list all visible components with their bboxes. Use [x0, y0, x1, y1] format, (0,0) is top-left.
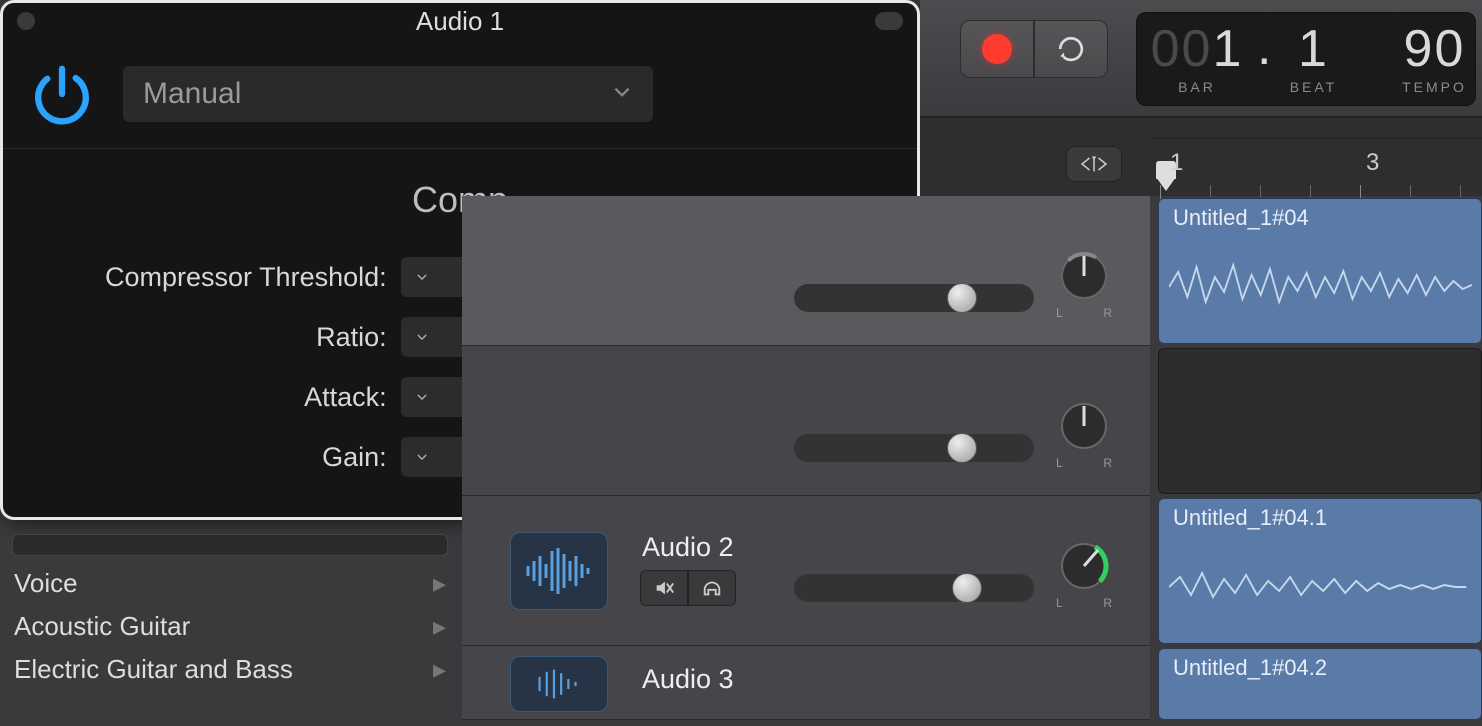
- chevron-down-icon: [611, 77, 633, 111]
- record-icon: [982, 34, 1012, 64]
- pan-r-label: R: [1103, 306, 1112, 320]
- plugin-titlebar: Audio 1: [3, 3, 917, 39]
- volume-thumb[interactable]: [952, 573, 982, 603]
- transport-bar: 001 BAR . 1 BEAT 90 TEMPO: [920, 0, 1482, 118]
- track-name[interactable]: Audio 2: [642, 532, 734, 563]
- audio-region-2[interactable]: Untitled_1#04.1: [1158, 498, 1482, 644]
- param-label: Compressor Threshold:: [31, 262, 401, 293]
- stepper-down-button[interactable]: [401, 437, 443, 477]
- chevron-right-icon: ▸: [433, 654, 446, 685]
- stepper-down-button[interactable]: [401, 317, 443, 357]
- pan-knob[interactable]: [1056, 248, 1112, 304]
- pan-r-label: R: [1103, 456, 1112, 470]
- tempo-label: TEMPO: [1389, 79, 1479, 95]
- region-name: Untitled_1#04.1: [1159, 499, 1481, 537]
- bar-label: BAR: [1137, 79, 1257, 95]
- chevron-right-icon: ▸: [433, 568, 446, 599]
- library-search-input[interactable]: [12, 534, 448, 556]
- browser-item-label: Acoustic Guitar: [14, 611, 190, 642]
- param-label: Gain:: [31, 442, 401, 473]
- audio-region-3[interactable]: Untitled_1#04.2: [1158, 648, 1482, 720]
- plugin-toolbar: Manual: [3, 39, 917, 149]
- pan-l-label: L: [1056, 306, 1063, 320]
- cycle-button[interactable]: [1034, 20, 1108, 78]
- beat-value[interactable]: 1: [1273, 23, 1353, 75]
- lcd-display: 001 BAR . 1 BEAT 90 TEMPO: [1136, 12, 1476, 106]
- pan-l-label: L: [1056, 596, 1063, 610]
- region-name: Untitled_1#04.2: [1159, 649, 1481, 687]
- catch-icon: [1079, 154, 1109, 174]
- track-header-1[interactable]: LR: [462, 196, 1150, 346]
- volume-thumb[interactable]: [947, 283, 977, 313]
- solo-button[interactable]: [688, 570, 736, 606]
- record-button[interactable]: [960, 20, 1034, 78]
- track-name[interactable]: Audio 3: [642, 664, 734, 695]
- region-waveform: [1169, 247, 1481, 327]
- stepper-down-button[interactable]: [401, 257, 443, 297]
- track-icon[interactable]: [510, 532, 608, 610]
- track-icon[interactable]: [510, 656, 608, 712]
- region-waveform: [1169, 547, 1481, 627]
- bar-prefix: 00: [1151, 20, 1213, 78]
- pan-knob[interactable]: [1056, 538, 1112, 594]
- catch-playhead-button[interactable]: [1066, 146, 1122, 182]
- browser-item-label: Electric Guitar and Bass: [14, 654, 293, 685]
- playhead[interactable]: [1156, 177, 1176, 191]
- volume-slider[interactable]: [794, 574, 1034, 602]
- pan-knob[interactable]: [1056, 398, 1112, 454]
- ruler-mark-3: 3: [1366, 149, 1379, 177]
- bar-value[interactable]: 1: [1212, 20, 1243, 78]
- preset-name: Manual: [143, 77, 241, 111]
- cycle-icon: [1053, 31, 1089, 67]
- track-header-4[interactable]: Audio 3: [462, 646, 1150, 720]
- pan-r-label: R: [1103, 596, 1112, 610]
- stepper-down-button[interactable]: [401, 377, 443, 417]
- track-header-3[interactable]: Audio 2 L R: [462, 496, 1150, 646]
- track-headers: LR LR Audio 2: [462, 196, 1150, 720]
- browser-item-electric-guitar[interactable]: Electric Guitar and Bass ▸: [0, 648, 460, 691]
- transport-buttons: [960, 20, 1108, 78]
- audio-region-1[interactable]: Untitled_1#04: [1158, 198, 1482, 344]
- track-header-2[interactable]: LR: [462, 346, 1150, 496]
- window-pill[interactable]: [875, 12, 903, 30]
- window-close-dot[interactable]: [17, 12, 35, 30]
- empty-region-slot[interactable]: [1158, 348, 1482, 494]
- ruler-mark-1: 1: [1170, 149, 1183, 177]
- headphones-icon: [701, 577, 723, 599]
- mute-icon: [653, 577, 675, 599]
- library-browser: Voice ▸ Acoustic Guitar ▸ Electric Guita…: [0, 526, 460, 726]
- volume-thumb[interactable]: [947, 433, 977, 463]
- beat-label: BEAT: [1273, 79, 1353, 95]
- browser-item-label: Voice: [14, 568, 78, 599]
- tempo-value[interactable]: 90: [1389, 23, 1479, 75]
- volume-slider[interactable]: [794, 434, 1034, 462]
- browser-item-acoustic-guitar[interactable]: Acoustic Guitar ▸: [0, 605, 460, 648]
- region-name: Untitled_1#04: [1159, 199, 1481, 237]
- waveform-icon: [522, 546, 596, 596]
- preset-dropdown[interactable]: Manual: [123, 66, 653, 122]
- pan-l-label: L: [1056, 456, 1063, 470]
- timeline-ruler[interactable]: 1 3: [920, 118, 1482, 196]
- chevron-right-icon: ▸: [433, 611, 446, 642]
- plugin-power-button[interactable]: [23, 55, 101, 133]
- param-label: Ratio:: [31, 322, 401, 353]
- waveform-icon: [529, 666, 589, 702]
- param-label: Attack:: [31, 382, 401, 413]
- ruler-scale: 1 3: [1150, 138, 1482, 196]
- arrangement-area[interactable]: Untitled_1#04 Untitled_1#04.1 Untitled_1…: [1150, 196, 1482, 720]
- power-icon: [27, 59, 97, 129]
- volume-slider[interactable]: [794, 284, 1034, 312]
- plugin-title: Audio 1: [416, 6, 504, 37]
- browser-item-voice[interactable]: Voice ▸: [0, 562, 460, 605]
- mute-button[interactable]: [640, 570, 688, 606]
